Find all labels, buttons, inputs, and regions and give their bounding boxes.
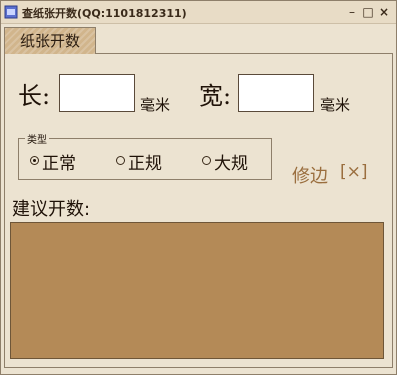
title-bar[interactable]: 查纸张开数(QQ:1101812311) – □ ×: [1, 1, 396, 24]
type-groupbox: 类型 正常 正规 大规: [18, 131, 272, 180]
radio-large-circle[interactable]: [202, 156, 211, 165]
tab-panel: 长: 毫米 宽: 毫米 类型 正常 正规 大规 修边 [×] 建议开数:: [4, 53, 393, 368]
radio-normal-label[interactable]: 正常: [42, 149, 76, 174]
tab-paper-size[interactable]: 纸张开数: [4, 27, 96, 54]
radio-standard-circle[interactable]: [116, 156, 125, 165]
length-input[interactable]: [59, 74, 135, 112]
maximize-button[interactable]: □: [361, 5, 375, 19]
app-window: 查纸张开数(QQ:1101812311) – □ × 纸张开数 长: 毫米 宽:…: [0, 0, 397, 375]
suggested-count-label: 建议开数:: [12, 199, 91, 220]
minimize-button[interactable]: –: [345, 5, 359, 19]
radio-standard-label[interactable]: 正规: [128, 149, 162, 174]
trim-edge-link[interactable]: 修边: [292, 162, 328, 188]
length-label: 长:: [18, 82, 51, 110]
radio-normal-circle[interactable]: [30, 156, 39, 165]
type-group-legend: 类型: [25, 131, 49, 146]
radio-large-label[interactable]: 大规: [214, 149, 248, 174]
window-title: 查纸张开数(QQ:1101812311): [22, 7, 187, 20]
width-label: 宽:: [199, 82, 232, 110]
width-input[interactable]: [238, 74, 314, 112]
length-unit: 毫米: [140, 96, 171, 114]
result-area: [10, 222, 384, 359]
close-button[interactable]: ×: [377, 5, 391, 19]
app-icon: [4, 5, 18, 19]
width-unit: 毫米: [320, 96, 351, 114]
trim-edge-checkbox[interactable]: [×]: [340, 162, 368, 182]
